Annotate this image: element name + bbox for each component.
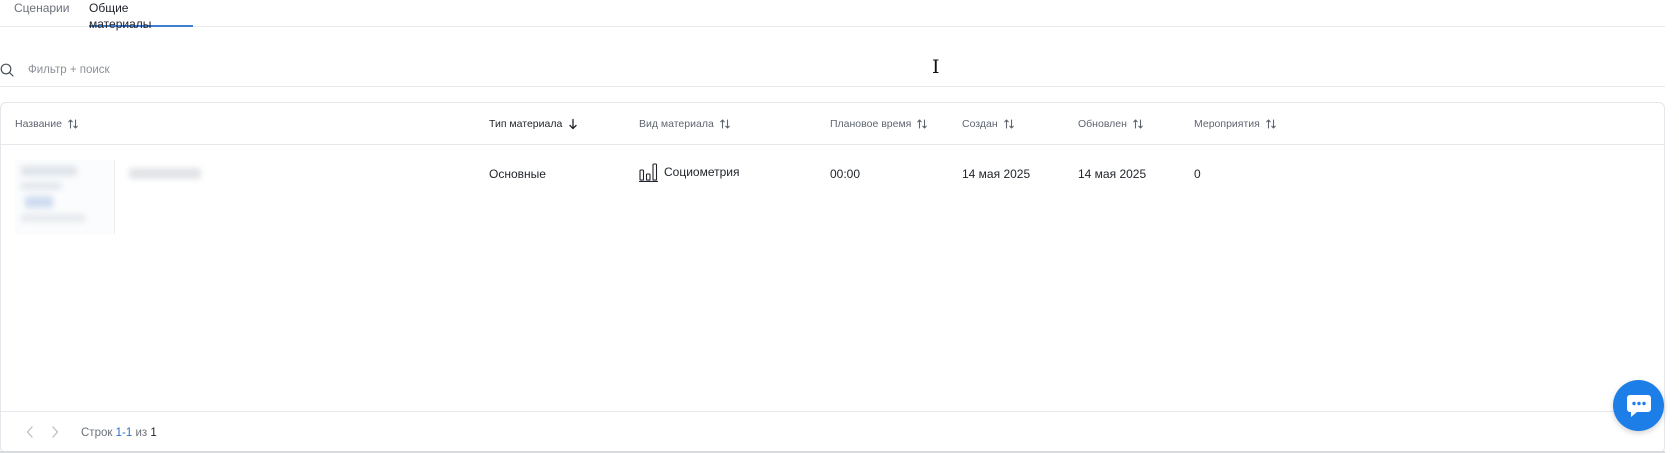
tab-general-materials[interactable]: Общие материалы <box>89 0 193 31</box>
material-thumbnail <box>15 160 115 234</box>
pagination-prefix: Строк <box>81 427 113 439</box>
bar-chart-icon <box>639 163 658 182</box>
chat-bubble-icon <box>1626 394 1651 417</box>
column-header-name-label: Название <box>15 118 62 130</box>
cell-material-type: Основные <box>489 167 546 181</box>
pagination-of-label: из <box>135 427 148 439</box>
tab-scenarios-label: Сценарии <box>14 1 70 15</box>
column-header-material-kind[interactable]: Вид материала <box>639 117 731 131</box>
sort-descending-icon <box>569 118 577 130</box>
column-header-created-label: Создан <box>962 118 998 130</box>
tabs-bar: Сценарии Общие материалы <box>0 0 1665 31</box>
cell-material-kind: Социометрия <box>639 162 740 182</box>
chat-button[interactable] <box>1613 380 1664 431</box>
tab-scenarios[interactable]: Сценарии <box>14 0 70 27</box>
material-name-redacted <box>129 168 201 179</box>
column-header-planned-time[interactable]: Плановое время <box>830 117 928 131</box>
chevron-right-icon[interactable] <box>48 424 62 440</box>
search-bar <box>0 58 1665 87</box>
column-header-updated-label: Обновлен <box>1078 118 1127 130</box>
materials-table: Название Тип материала Вид материала Пла… <box>0 102 1665 453</box>
pagination-info: Строк 1-1 из 1 <box>81 425 157 441</box>
column-header-updated[interactable]: Обновлен <box>1078 117 1144 131</box>
column-header-planned-time-label: Плановое время <box>830 118 912 130</box>
search-icon[interactable] <box>0 63 14 77</box>
sort-icon <box>720 119 730 129</box>
column-header-name[interactable]: Название <box>15 117 79 131</box>
column-header-material-kind-label: Вид материала <box>639 118 714 130</box>
table-header: Название Тип материала Вид материала Пла… <box>1 103 1664 145</box>
pagination-range: 1-1 <box>115 427 133 439</box>
cell-updated: 14 мая 2025 <box>1078 167 1147 181</box>
cell-planned-time: 00:00 <box>830 167 861 181</box>
chevron-left-icon[interactable] <box>23 424 37 440</box>
cell-events: 0 <box>1194 167 1201 181</box>
column-header-events[interactable]: Мероприятия <box>1194 117 1277 131</box>
table-footer: Строк 1-1 из 1 <box>1 411 1664 452</box>
cell-created: 14 мая 2025 <box>962 167 1031 181</box>
column-header-created[interactable]: Создан <box>962 117 1015 131</box>
cell-material-kind-label: Социометрия <box>664 165 740 179</box>
sort-icon <box>1266 119 1276 129</box>
column-header-material-type[interactable]: Тип материала <box>489 117 579 131</box>
sort-icon <box>68 119 78 129</box>
sort-icon <box>1133 119 1143 129</box>
column-header-material-type-label: Тип материала <box>489 118 563 130</box>
column-header-events-label: Мероприятия <box>1194 118 1260 130</box>
tab-general-materials-label: Общие материалы <box>89 1 152 31</box>
text-cursor-icon: I <box>932 56 940 78</box>
sort-icon <box>917 119 928 129</box>
sort-icon <box>1003 119 1014 129</box>
pagination-total: 1 <box>150 427 157 439</box>
table-row[interactable]: Основные Социометрия 00:00 14 мая 2025 1… <box>1 146 1664 236</box>
search-input[interactable] <box>28 61 828 79</box>
